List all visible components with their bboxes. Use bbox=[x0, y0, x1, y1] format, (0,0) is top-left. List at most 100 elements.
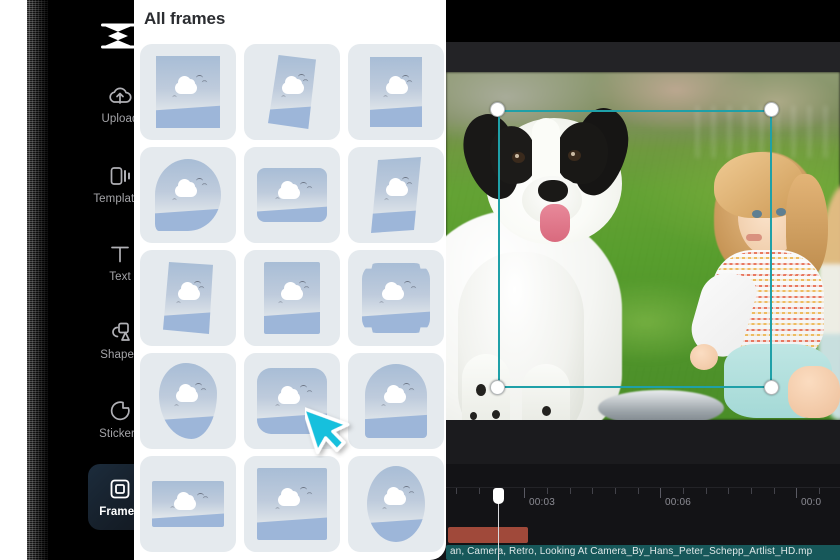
bird-icon bbox=[176, 301, 181, 303]
frame-ellipse[interactable] bbox=[348, 456, 444, 552]
frame-preview bbox=[155, 159, 221, 231]
frame-trapezoid[interactable] bbox=[140, 250, 236, 346]
capcut-logo-glyph bbox=[101, 23, 135, 49]
frame-wide-banner[interactable] bbox=[140, 456, 236, 552]
bird-icon bbox=[408, 491, 414, 493]
frame-tall-rectangle[interactable] bbox=[244, 250, 340, 346]
left-white-margin bbox=[0, 0, 27, 560]
cloud-icon bbox=[178, 281, 200, 300]
frame-preview bbox=[362, 263, 430, 333]
frame-parallelogram[interactable] bbox=[244, 44, 340, 140]
cloud-icon bbox=[383, 384, 406, 403]
frame-water-shape bbox=[159, 415, 217, 439]
bird-icon bbox=[300, 486, 308, 490]
audio-clip[interactable] bbox=[448, 527, 528, 543]
video-clip[interactable]: an, Camera, Retro, Looking At Camera_By_… bbox=[446, 545, 840, 560]
bird-icon bbox=[194, 280, 201, 284]
frame-preview bbox=[159, 363, 217, 439]
bird-icon bbox=[379, 301, 385, 303]
bird-icon bbox=[306, 186, 313, 188]
cloud-icon bbox=[176, 384, 199, 403]
frame-arch[interactable] bbox=[348, 353, 444, 449]
playhead-handle[interactable] bbox=[493, 488, 504, 504]
bird-icon bbox=[196, 492, 204, 496]
cloud-icon bbox=[282, 75, 305, 94]
frame-preview bbox=[152, 481, 224, 527]
frame-water-shape bbox=[268, 106, 316, 129]
frame-square[interactable] bbox=[244, 456, 340, 552]
frame-water-shape bbox=[257, 516, 327, 540]
text-t-icon bbox=[107, 241, 133, 267]
dog-bowl bbox=[598, 390, 724, 420]
bird-icon bbox=[275, 197, 280, 200]
bird-icon bbox=[306, 492, 313, 494]
bird-icon bbox=[300, 182, 308, 185]
bird-icon bbox=[170, 506, 176, 508]
frame-water-shape bbox=[362, 310, 430, 333]
cloud-icon bbox=[385, 76, 408, 95]
bird-icon bbox=[195, 74, 203, 78]
bird-icon bbox=[409, 388, 415, 391]
ruler-label: 00:03 bbox=[529, 497, 556, 508]
frame-water-shape bbox=[156, 105, 220, 128]
frame-preview bbox=[370, 57, 422, 127]
cloud-upload-icon bbox=[107, 83, 133, 109]
bird-icon bbox=[200, 388, 206, 390]
panel-title: All frames bbox=[144, 9, 226, 28]
frame-water-shape bbox=[257, 413, 327, 434]
selection-handle-bottom-right[interactable] bbox=[764, 380, 779, 395]
frame-rounded-landscape[interactable] bbox=[244, 147, 340, 243]
sidebar-item-label: Upload bbox=[101, 112, 139, 125]
ruler-label: 00:06 bbox=[665, 497, 692, 508]
frame-water-shape bbox=[155, 208, 221, 231]
frame-water-shape bbox=[367, 518, 425, 542]
bird-icon bbox=[198, 286, 205, 288]
bird-icon bbox=[406, 182, 413, 184]
bird-icon bbox=[384, 198, 389, 201]
templates-icon bbox=[107, 163, 133, 189]
bird-icon bbox=[407, 80, 413, 82]
frame-teardrop[interactable] bbox=[140, 147, 236, 243]
frame-water-shape bbox=[365, 414, 427, 438]
bird-icon bbox=[201, 80, 208, 82]
frame-preview bbox=[268, 55, 316, 129]
bird-icon bbox=[172, 198, 177, 200]
frame-narrow-rectangle[interactable] bbox=[348, 44, 444, 140]
frame-preview bbox=[257, 368, 327, 434]
bird-icon bbox=[280, 95, 286, 97]
frame-rectangle-portrait[interactable] bbox=[140, 44, 236, 140]
frame-water-shape bbox=[257, 205, 327, 222]
bird-icon bbox=[403, 383, 411, 386]
shapes-icon bbox=[107, 319, 133, 345]
frame-water-shape bbox=[152, 513, 224, 527]
cloud-icon bbox=[382, 282, 405, 301]
selection-box[interactable] bbox=[498, 110, 772, 388]
selection-handle-top-right[interactable] bbox=[764, 102, 779, 117]
frame-blob[interactable] bbox=[140, 353, 236, 449]
cloud-icon bbox=[278, 487, 300, 506]
bird-icon bbox=[203, 496, 209, 498]
bird-icon bbox=[300, 385, 308, 388]
bird-icon bbox=[275, 404, 280, 406]
selection-handle-top-left[interactable] bbox=[490, 102, 505, 117]
frame-skewed-quad[interactable] bbox=[348, 147, 444, 243]
frame-preview bbox=[257, 168, 327, 222]
bird-icon bbox=[278, 301, 284, 303]
bird-icon bbox=[382, 507, 387, 510]
cloud-icon bbox=[386, 178, 408, 197]
bird-icon bbox=[302, 79, 308, 82]
bird-icon bbox=[402, 75, 410, 78]
sticker-icon bbox=[107, 398, 133, 424]
cloud-icon bbox=[174, 178, 197, 197]
selection-handle-bottom-left[interactable] bbox=[490, 380, 505, 395]
frame-preview bbox=[365, 364, 427, 438]
bird-icon bbox=[201, 183, 208, 185]
bird-icon bbox=[275, 507, 280, 509]
frame-preview bbox=[257, 468, 327, 540]
ruler-label: 00:0 bbox=[801, 497, 822, 508]
frame-tv-screen[interactable] bbox=[348, 250, 444, 346]
frame-rounded-square[interactable] bbox=[244, 353, 340, 449]
frame-water-shape bbox=[264, 311, 320, 334]
cloud-icon bbox=[278, 181, 300, 200]
cloud-icon bbox=[175, 75, 198, 94]
